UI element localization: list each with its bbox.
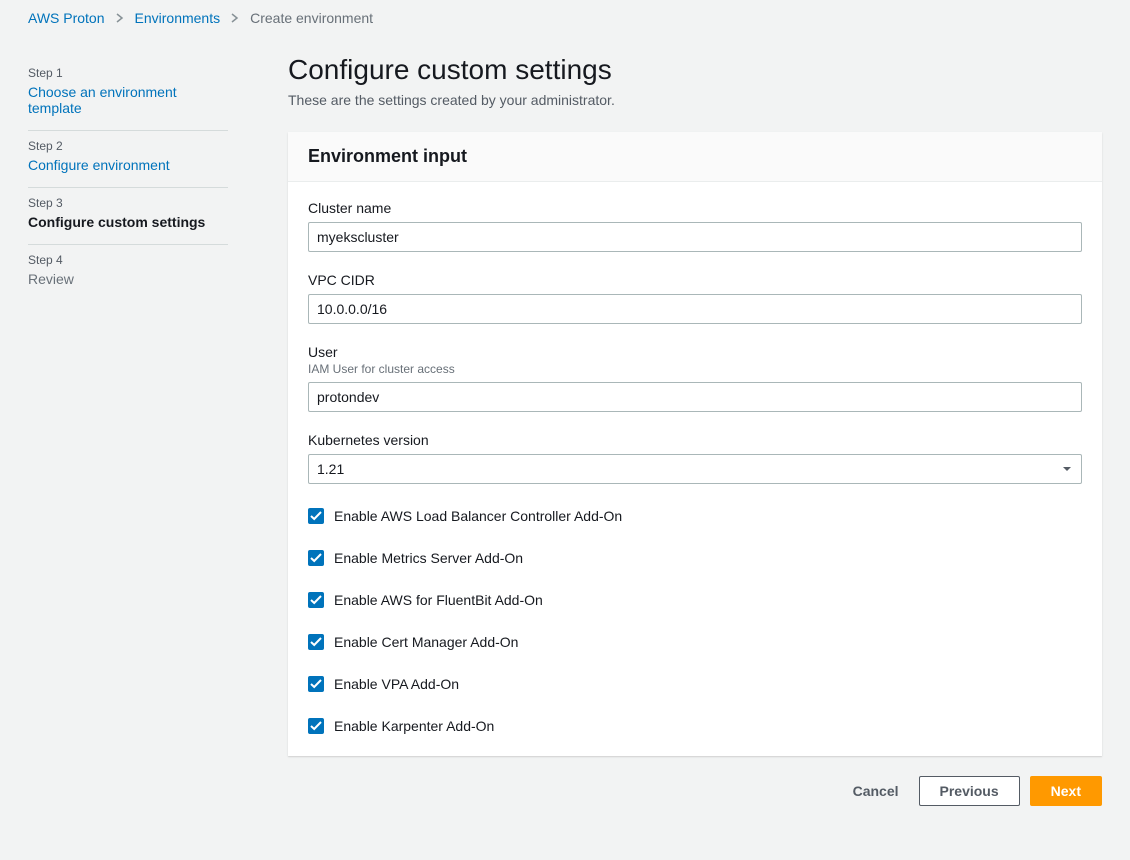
wizard-actions: Cancel Previous Next — [288, 776, 1102, 806]
chevron-right-icon — [230, 13, 240, 23]
k8s-version-label: Kubernetes version — [308, 432, 1082, 448]
addon-fluentbit-checkbox[interactable] — [308, 592, 324, 608]
step-number: Step 4 — [28, 253, 228, 267]
addon-karpenter-label: Enable Karpenter Add-On — [334, 718, 494, 734]
step-2[interactable]: Step 2 Configure environment — [28, 131, 228, 188]
cluster-name-label: Cluster name — [308, 200, 1082, 216]
chevron-right-icon — [115, 13, 125, 23]
next-button[interactable]: Next — [1030, 776, 1102, 806]
cluster-name-input[interactable] — [308, 222, 1082, 252]
addon-lb-label: Enable AWS Load Balancer Controller Add-… — [334, 508, 622, 524]
user-label: User — [308, 344, 1082, 360]
step-3: Step 3 Configure custom settings — [28, 188, 228, 245]
step-1[interactable]: Step 1 Choose an environment template — [28, 58, 228, 131]
addon-certmgr-label: Enable Cert Manager Add-On — [334, 634, 518, 650]
addon-vpa-label: Enable VPA Add-On — [334, 676, 459, 692]
breadcrumb-link-environments[interactable]: Environments — [135, 10, 221, 26]
breadcrumb-link-proton[interactable]: AWS Proton — [28, 10, 105, 26]
panel-title: Environment input — [308, 146, 1082, 167]
k8s-version-select[interactable]: 1.21 — [308, 454, 1082, 484]
page-subtitle: These are the settings created by your a… — [288, 92, 1102, 108]
step-number: Step 3 — [28, 196, 228, 210]
step-title: Configure custom settings — [28, 214, 228, 230]
addon-karpenter-checkbox[interactable] — [308, 718, 324, 734]
addon-lb-checkbox[interactable] — [308, 508, 324, 524]
step-number: Step 1 — [28, 66, 228, 80]
step-title: Choose an environment template — [28, 84, 228, 116]
wizard-steps: Step 1 Choose an environment template St… — [28, 54, 228, 301]
environment-input-panel: Environment input Cluster name VPC CIDR … — [288, 132, 1102, 756]
vpc-cidr-label: VPC CIDR — [308, 272, 1082, 288]
step-4: Step 4 Review — [28, 245, 228, 301]
user-desc: IAM User for cluster access — [308, 362, 1082, 376]
vpc-cidr-input[interactable] — [308, 294, 1082, 324]
step-title: Review — [28, 271, 228, 287]
addon-vpa-checkbox[interactable] — [308, 676, 324, 692]
addon-certmgr-checkbox[interactable] — [308, 634, 324, 650]
user-input[interactable] — [308, 382, 1082, 412]
breadcrumb: AWS Proton Environments Create environme… — [28, 10, 1102, 26]
step-number: Step 2 — [28, 139, 228, 153]
previous-button[interactable]: Previous — [919, 776, 1020, 806]
cancel-button[interactable]: Cancel — [843, 777, 909, 805]
breadcrumb-current: Create environment — [250, 10, 373, 26]
addon-fluentbit-label: Enable AWS for FluentBit Add-On — [334, 592, 543, 608]
step-title: Configure environment — [28, 157, 228, 173]
addon-metrics-checkbox[interactable] — [308, 550, 324, 566]
page-title: Configure custom settings — [288, 54, 1102, 86]
addon-metrics-label: Enable Metrics Server Add-On — [334, 550, 523, 566]
